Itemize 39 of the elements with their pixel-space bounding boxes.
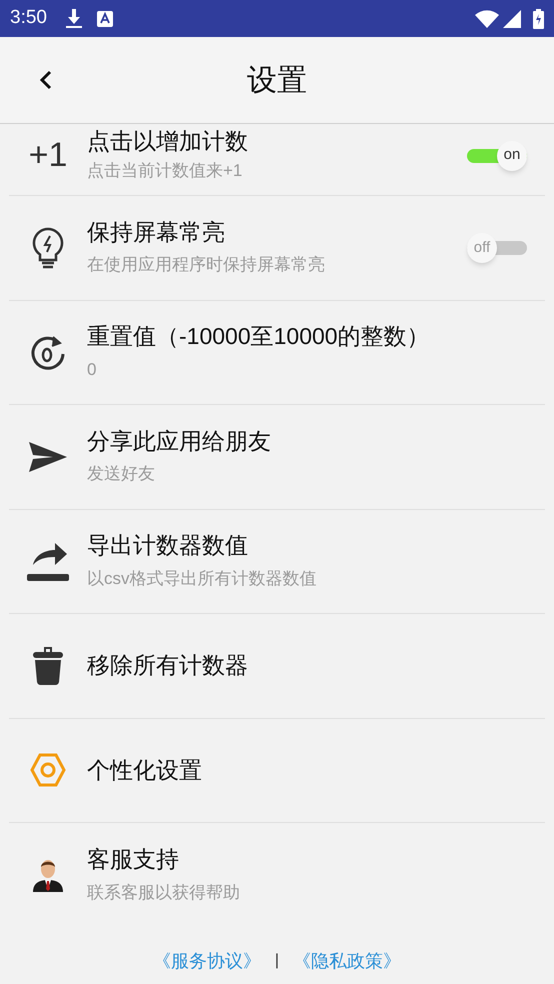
setting-row[interactable]: 保持屏幕常亮 在使用应用程序时保持屏幕常亮 off [9,196,545,300]
link-separator: | [274,951,280,971]
back-icon [40,70,52,90]
setting-subtitle: 0 [87,358,98,381]
status-time: 3:50 [10,6,47,30]
setting-row[interactable]: 导出计数器数值 以csv格式导出所有计数器数值 [9,510,545,614]
trash-icon [33,646,63,686]
wifi-icon [475,10,499,28]
plus-one-icon: +1 [28,130,68,181]
setting-title: 保持屏幕常亮 [87,218,226,246]
keyboard-notification-icon [96,10,113,26]
setting-row[interactable]: 分享此应用给朋友 发送好友 [9,405,545,510]
setting-subtitle: 发送好友 [87,463,156,486]
setting-subtitle: 以csv格式导出所有计数器数值 [87,568,318,590]
setting-title: 分享此应用给朋友 [87,426,272,456]
export-icon [27,541,69,582]
setting-title: 点击以增加计数 [87,127,249,156]
page-title: 设置 [247,62,307,98]
setting-title: 重置值（-10000至10000的整数） [87,322,431,351]
setting-title: 导出计数器数值 [87,531,249,560]
setting-subtitle: 联系客服以获得帮助 [87,882,241,904]
switch-label: off [474,238,490,258]
setting-title: 个性化设置 [87,756,203,785]
setting-subtitle: 在使用应用程序时保持屏幕常亮 [87,254,326,276]
setting-row[interactable]: 重置值（-10000至10000的整数） 0 [9,300,545,405]
setting-row[interactable]: 个性化设置 [9,718,545,823]
setting-row[interactable]: 客服支持 联系客服以获得帮助 [9,823,545,928]
download-icon [64,8,83,28]
toggle-switch[interactable]: on [467,138,527,172]
lightbulb-icon [31,226,65,269]
battery-icon [533,8,544,28]
send-icon [28,440,68,473]
setting-subtitle: 点击当前计数值来+1 [87,160,244,182]
switch-label: on [504,145,520,166]
setting-row[interactable]: 移除所有计数器 [9,614,545,718]
signal-icon [503,10,521,28]
setting-title: 客服支持 [87,845,180,874]
hexagon-icon [30,753,66,788]
setting-title: 移除所有计数器 [87,651,249,680]
